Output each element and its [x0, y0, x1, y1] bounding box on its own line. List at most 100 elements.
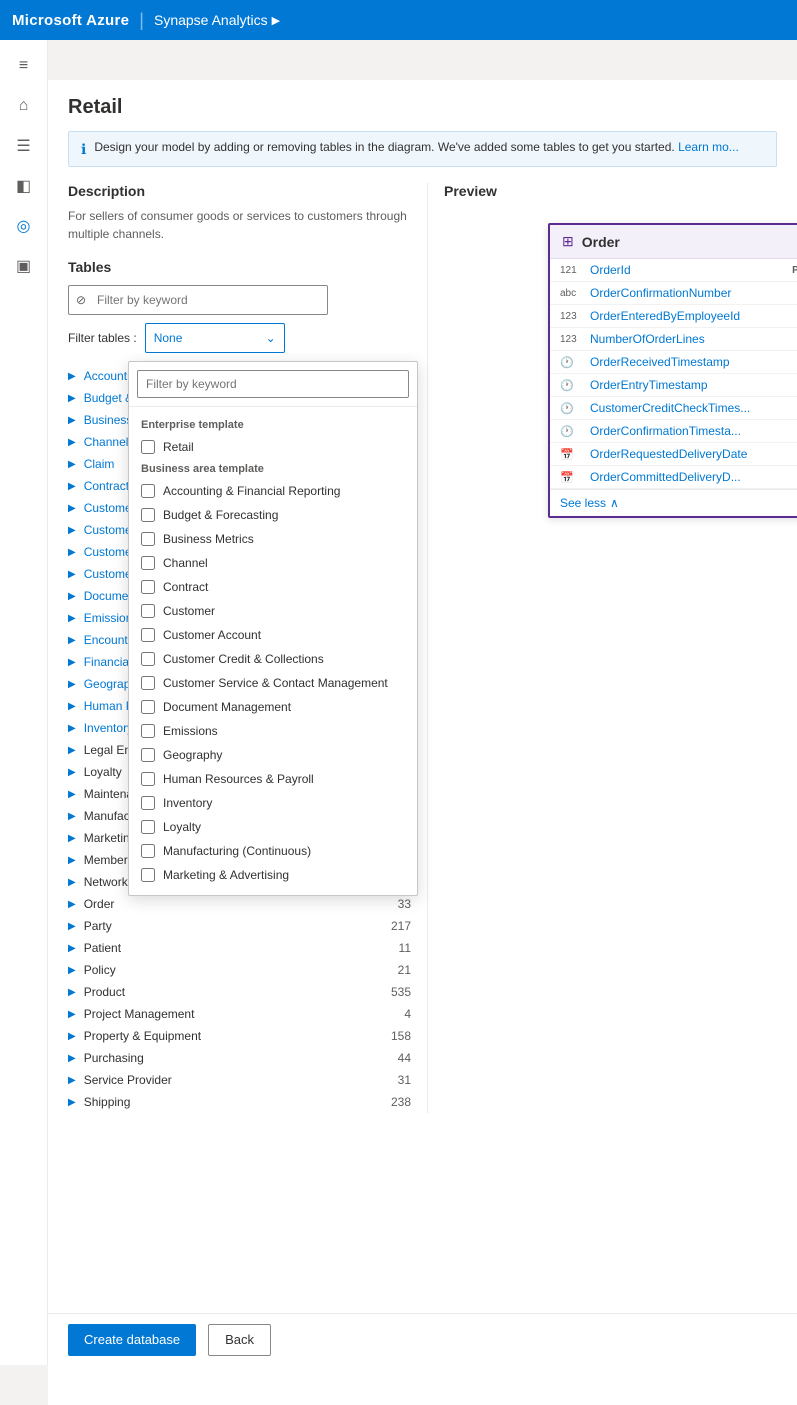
filter-tables-dropdown[interactable]: None ⌄	[145, 323, 285, 353]
order-field-row: 121 OrderId PK	[550, 259, 797, 282]
chevron-right-icon: ▶	[68, 1009, 76, 1020]
table-row[interactable]: ▶Order33	[68, 893, 411, 915]
dropdown-item-channel[interactable]: Channel	[129, 551, 417, 575]
field-name: OrderReceivedTimestamp	[590, 355, 797, 369]
dropdown-item-budget[interactable]: Budget & Forecasting	[129, 503, 417, 527]
sidebar-briefcase-icon[interactable]: ▣	[6, 248, 42, 284]
field-name: OrderCommittedDeliveryD...	[590, 470, 797, 484]
synapse-label[interactable]: Synapse Analytics ▶	[154, 12, 280, 28]
topbar-divider: |	[139, 10, 144, 31]
checkbox-customer-service[interactable]	[141, 676, 155, 690]
chevron-right-icon: ▶	[68, 1097, 76, 1108]
dropdown-item-emissions[interactable]: Emissions	[129, 719, 417, 743]
sidebar-list-icon[interactable]: ☰	[6, 128, 42, 164]
chevron-right-icon: ▶	[68, 833, 76, 844]
checkbox-document[interactable]	[141, 700, 155, 714]
chevron-right-icon: ▶	[68, 635, 76, 646]
checkbox-customer-credit[interactable]	[141, 652, 155, 666]
field-type-label: 🕐	[560, 425, 584, 438]
checkbox-geography[interactable]	[141, 748, 155, 762]
dropdown-item-customer[interactable]: Customer	[129, 599, 417, 623]
order-field-row: 🕐 CustomerCreditCheckTimes...	[550, 397, 797, 420]
dropdown-filter-input[interactable]	[137, 370, 409, 398]
left-sidebar: ≡ ⌂ ☰ ◧ ◎ ▣	[0, 40, 48, 1365]
table-row[interactable]: ▶Policy21	[68, 959, 411, 981]
field-pk-badge: PK	[792, 265, 797, 276]
table-row[interactable]: ▶Party217	[68, 915, 411, 937]
order-card-title: Order	[582, 234, 620, 250]
back-button[interactable]: Back	[208, 1324, 271, 1356]
chevron-right-icon: ▶	[68, 1053, 76, 1064]
order-field-row: 🕐 OrderConfirmationTimesta...	[550, 420, 797, 443]
dropdown-item-customer-service[interactable]: Customer Service & Contact Management	[129, 671, 417, 695]
description-text: For sellers of consumer goods or service…	[68, 207, 411, 243]
field-name: NumberOfOrderLines	[590, 332, 797, 346]
chevron-right-icon: ▶	[68, 745, 76, 756]
checkbox-retail[interactable]	[141, 440, 155, 454]
sidebar-home-icon[interactable]: ⌂	[6, 88, 42, 124]
topbar: Microsoft Azure | Synapse Analytics ▶	[0, 0, 797, 40]
bottom-bar: Create database Back	[48, 1313, 797, 1365]
dropdown-item-accounting[interactable]: Accounting & Financial Reporting	[129, 479, 417, 503]
table-row[interactable]: ▶Product535	[68, 981, 411, 1003]
checkbox-budget[interactable]	[141, 508, 155, 522]
table-row[interactable]: ▶Patient11	[68, 937, 411, 959]
checkbox-accounting[interactable]	[141, 484, 155, 498]
table-row[interactable]: ▶Service Provider31	[68, 1069, 411, 1091]
dropdown-item-contract[interactable]: Contract	[129, 575, 417, 599]
dropdown-item-hr[interactable]: Human Resources & Payroll	[129, 767, 417, 791]
chevron-right-icon: ▶	[68, 767, 76, 778]
dropdown-item-manufacturing[interactable]: Manufacturing (Continuous)	[129, 839, 417, 863]
order-field-row: 📅 OrderRequestedDeliveryDate	[550, 443, 797, 466]
dropdown-item-retail[interactable]: Retail	[129, 435, 417, 459]
dropdown-item-marketing[interactable]: Marketing & Advertising	[129, 863, 417, 887]
info-text: Design your model by adding or removing …	[94, 140, 738, 154]
checkbox-loyalty[interactable]	[141, 820, 155, 834]
chevron-right-icon: ▶	[68, 811, 76, 822]
filter-keyword-input[interactable]	[68, 285, 328, 315]
field-name: CustomerCreditCheckTimes...	[590, 401, 797, 415]
dropdown-item-business-metrics[interactable]: Business Metrics	[129, 527, 417, 551]
sidebar-layers-icon[interactable]: ◧	[6, 168, 42, 204]
chevron-right-icon: ▶	[68, 503, 76, 514]
create-database-button[interactable]: Create database	[68, 1324, 196, 1356]
checkbox-contract[interactable]	[141, 580, 155, 594]
dropdown-item-geography[interactable]: Geography	[129, 743, 417, 767]
field-type-label: 123	[560, 334, 584, 345]
order-field-row: 123 OrderEnteredByEmployeeId	[550, 305, 797, 328]
table-row[interactable]: ▶Property & Equipment158	[68, 1025, 411, 1047]
dropdown-item-loyalty[interactable]: Loyalty	[129, 815, 417, 839]
dropdown-search	[129, 362, 417, 407]
checkbox-customer[interactable]	[141, 604, 155, 618]
checkbox-inventory[interactable]	[141, 796, 155, 810]
tables-heading: Tables	[68, 259, 411, 275]
chevron-right-icon: ▶	[68, 371, 76, 382]
dropdown-item-document[interactable]: Document Management	[129, 695, 417, 719]
checkbox-business-metrics[interactable]	[141, 532, 155, 546]
dropdown-panel: Enterprise template Retail Business area…	[128, 361, 418, 896]
checkbox-hr[interactable]	[141, 772, 155, 786]
checkbox-customer-account[interactable]	[141, 628, 155, 642]
chevron-right-icon: ▶	[68, 437, 76, 448]
dropdown-item-customer-account[interactable]: Customer Account	[129, 623, 417, 647]
sidebar-target-icon[interactable]: ◎	[6, 208, 42, 244]
field-name: OrderEntryTimestamp	[590, 378, 797, 392]
see-less-button[interactable]: See less ∧	[550, 489, 797, 516]
chevron-right-icon: ▶	[68, 459, 76, 470]
field-type-label: 🕐	[560, 379, 584, 392]
table-row[interactable]: ▶Project Management4	[68, 1003, 411, 1025]
checkbox-manufacturing[interactable]	[141, 844, 155, 858]
dropdown-item-inventory[interactable]: Inventory	[129, 791, 417, 815]
checkbox-emissions[interactable]	[141, 724, 155, 738]
order-card: ⊞ Order 121 OrderId PK abc OrderConfirma…	[548, 223, 797, 518]
table-row[interactable]: ▶Shipping238	[68, 1091, 411, 1113]
dropdown-item-customer-credit[interactable]: Customer Credit & Collections	[129, 647, 417, 671]
checkbox-channel[interactable]	[141, 556, 155, 570]
info-icon: ℹ	[81, 141, 86, 158]
learn-more-link[interactable]: Learn mo...	[678, 140, 739, 154]
chevron-right-icon: ▶	[68, 943, 76, 954]
chevron-right-icon: ▶	[68, 679, 76, 690]
table-row[interactable]: ▶Purchasing44	[68, 1047, 411, 1069]
sidebar-expand-icon[interactable]: ≡	[6, 48, 42, 84]
checkbox-marketing[interactable]	[141, 868, 155, 882]
